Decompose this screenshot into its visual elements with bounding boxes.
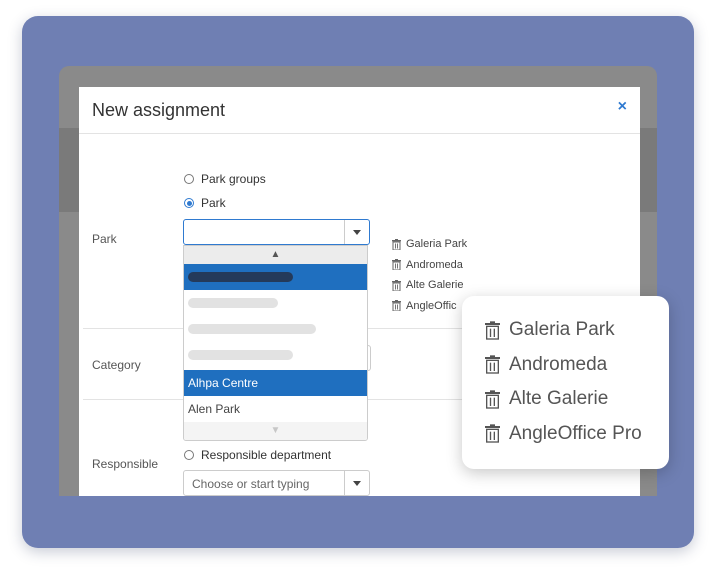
trash-icon[interactable]	[392, 238, 401, 250]
selected-parks-list: Galeria Park Andromeda Alte Galerie Angl…	[392, 234, 472, 316]
selected-park-item: AngleOffic	[392, 296, 472, 317]
trash-icon[interactable]	[485, 355, 500, 374]
radio-park[interactable]: Park	[184, 196, 226, 210]
dropdown-option[interactable]	[184, 342, 367, 368]
modal-header: New assignment ×	[79, 87, 640, 134]
callout-item-label: AngleOffice Pro	[509, 422, 642, 444]
dropdown-option-alhpa-centre[interactable]: Alhpa Centre	[184, 370, 367, 396]
radio-park-circle[interactable]	[184, 198, 194, 208]
trash-icon[interactable]	[485, 390, 500, 409]
scroll-down-arrow-icon[interactable]: ▼	[184, 422, 367, 440]
modal-title: New assignment	[92, 100, 226, 120]
responsible-select-placeholder: Choose or start typing	[192, 477, 310, 491]
callout-item-label: Andromeda	[509, 353, 608, 375]
callout-item-label: Alte Galerie	[509, 388, 609, 410]
category-label: Category	[92, 358, 141, 372]
selected-park-label: Galeria Park	[406, 238, 468, 251]
scroll-up-arrow-icon[interactable]: ▲	[184, 246, 367, 264]
radio-responsible-department-label: Responsible department	[201, 448, 332, 462]
selected-park-label: AngleOffic	[406, 299, 457, 312]
chevron-down-icon[interactable]	[344, 471, 369, 495]
radio-responsible-department-circle[interactable]	[184, 450, 194, 460]
park-dropdown-list: ▲ Alhpa Centre Alen Park ▼	[183, 245, 368, 441]
callout-item: Alte Galerie	[485, 382, 642, 417]
close-button[interactable]: ×	[618, 98, 627, 116]
selected-park-item: Andromeda	[392, 255, 472, 276]
callout-item: Galeria Park	[485, 313, 642, 348]
selected-parks-callout: Galeria Park Andromeda Alte Galerie Angl…	[462, 296, 669, 469]
redacted-bar	[188, 324, 316, 334]
trash-icon[interactable]	[392, 300, 401, 312]
redacted-bar	[188, 350, 293, 360]
callout-list: Galeria Park Andromeda Alte Galerie Angl…	[485, 313, 642, 451]
selected-park-item: Alte Galerie	[392, 275, 472, 296]
dropdown-option[interactable]	[184, 264, 367, 290]
callout-item: AngleOffice Pro	[485, 417, 642, 452]
selected-park-label: Andromeda	[406, 258, 463, 271]
trash-icon[interactable]	[485, 321, 500, 340]
dropdown-option[interactable]	[184, 290, 367, 316]
dropdown-option-alen-park[interactable]: Alen Park	[184, 396, 367, 422]
responsible-label: Responsible	[92, 457, 159, 471]
park-select[interactable]	[183, 219, 370, 245]
redacted-bar	[188, 298, 278, 308]
radio-responsible-department[interactable]: Responsible department	[184, 448, 331, 462]
radio-park-groups[interactable]: Park groups	[184, 172, 266, 186]
selected-park-label: Alte Galerie	[406, 279, 464, 292]
trash-icon[interactable]	[392, 279, 401, 291]
callout-item-label: Galeria Park	[509, 319, 615, 341]
chevron-down-icon[interactable]	[344, 220, 369, 244]
trash-icon[interactable]	[485, 424, 500, 443]
radio-park-label: Park	[201, 196, 226, 210]
dropdown-option[interactable]	[184, 316, 367, 342]
selected-park-item: Galeria Park	[392, 234, 472, 255]
redacted-bar	[188, 272, 293, 282]
responsible-select[interactable]: Choose or start typing	[183, 470, 370, 496]
callout-item: Andromeda	[485, 348, 642, 383]
radio-park-groups-circle[interactable]	[184, 174, 194, 184]
park-label: Park	[92, 232, 117, 246]
trash-icon[interactable]	[392, 259, 401, 271]
radio-park-groups-label: Park groups	[201, 172, 266, 186]
